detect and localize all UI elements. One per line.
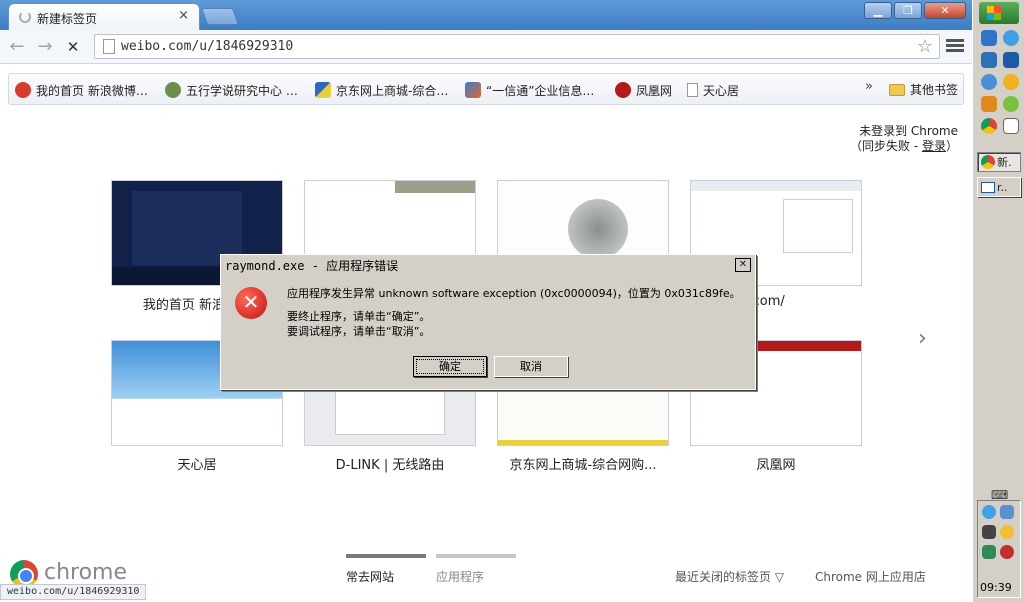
cancel-button[interactable]: 取消 [494,356,568,377]
close-window-button[interactable]: ✕ [924,2,966,19]
bookmarks-overflow-button[interactable]: » [865,79,873,94]
signin-link[interactable]: 登录 [922,139,946,153]
antivirus-icon[interactable] [1000,545,1014,559]
weibo-icon [15,82,31,98]
qq-icon[interactable] [1003,74,1019,90]
taskbar-item-raymond[interactable]: r.. [977,177,1021,197]
window-icon [981,181,995,193]
thumbnail-label: 京东网上商城-综合网购... [509,458,657,473]
outlook-icon[interactable] [1003,52,1019,68]
other-bookmarks-folder[interactable]: 其他书签 [889,81,958,98]
folder-icon [889,83,905,96]
shield-icon[interactable] [982,545,996,559]
loading-spinner-icon [19,11,31,23]
chrome-wordmark: chrome [44,560,128,585]
bookmark-weibo[interactable]: 我的首页 新浪微博… [15,81,148,99]
bookmark-label: 凤凰网 [636,83,673,98]
ntp-footer: chrome 常去网站 应用程序 最近关闭的标签页 ▽ Chrome 网上应用店 [0,548,972,588]
start-button[interactable] [979,2,1019,24]
forward-button[interactable]: → [34,36,56,58]
window-titlebar: 新建标签页 × ▁ ❐ ✕ [0,0,972,30]
ok-button[interactable]: 确定 [413,356,487,377]
chrome-webstore-link[interactable]: Chrome 网上应用店 [815,568,926,585]
bookmark-label: 五行学说研究中心 … [186,83,298,98]
new-tab-button[interactable] [200,8,240,25]
bookmark-tianxinju[interactable]: 天心居 [687,81,739,99]
ie-alt-icon[interactable] [981,52,997,68]
qq-browser-icon[interactable] [1003,30,1019,46]
thumbnail-label: D-LINK | 无线路由 [335,458,445,473]
bookmark-star-icon[interactable]: ☆ [917,36,933,57]
network-icon[interactable] [982,505,996,519]
monitor-icon[interactable] [1000,505,1014,519]
back-button[interactable]: ← [6,36,28,58]
windows-logo-icon [987,6,1001,20]
bookmark-ifeng[interactable]: 凤凰网 [615,81,672,99]
jd-icon [315,82,331,98]
dialog-message-line: 应用程序发生异常 unknown software exception (0xc… [287,287,741,300]
chrome-menu-button[interactable] [946,37,964,55]
chrome-icon[interactable] [981,118,997,134]
bookmarks-bar: 我的首页 新浪微博… 五行学说研究中心 … 京东网上商城-综合… “一信通”企业… [8,73,964,105]
tiger-icon[interactable] [981,96,997,112]
bookmark-label: 京东网上商城-综合… [336,83,449,98]
sync-line: （同步失败 - 登录） [850,139,958,153]
tab-close-button[interactable]: × [178,8,189,23]
windows-taskbar: 新. r.. ⌨ 09:39 [972,0,1024,602]
window-controls: ▁ ❐ ✕ [864,2,966,19]
bookmark-wuxing[interactable]: 五行学说研究中心 … [165,81,298,99]
signin-line: 未登录到 Chrome [859,124,958,138]
wuxing-icon [165,82,181,98]
other-bookmarks-label: 其他书签 [910,83,959,97]
recently-closed-menu[interactable]: 最近关闭的标签页 ▽ [675,568,784,585]
clock[interactable]: 09:39 [980,581,1012,594]
bookmark-label: 我的首页 新浪微博… [36,83,148,98]
minimize-button[interactable]: ▁ [864,2,892,19]
next-page-arrow-icon[interactable]: › [918,326,927,351]
tab-most-visited[interactable]: 常去网站 [346,554,426,585]
green-app-icon[interactable] [1003,96,1019,112]
app-error-dialog: raymond.exe - 应用程序错误 ✕ ✕ 应用程序发生异常 unknow… [220,254,756,390]
stop-button[interactable]: ✕ [62,36,84,58]
error-icon: ✕ [235,287,267,319]
yixintong-icon [465,82,481,98]
dialog-title: raymond.exe - 应用程序错误 [225,259,399,273]
page-icon [103,39,115,54]
thumbnail-label: 凤凰网 [756,458,796,473]
signin-status: 未登录到 Chrome （同步失败 - 登录） [850,124,958,154]
document-icon[interactable] [1003,118,1019,134]
address-bar[interactable]: ☆ [94,34,940,59]
tab-title: 新建标签页 [37,12,98,26]
dialog-message-line: 要调试程序，请单击“取消”。 [287,325,431,338]
page-icon [687,83,698,97]
dialog-close-button[interactable]: ✕ [735,258,751,272]
thumbnail-label: 天心居 [177,458,217,473]
taskbar-item-chrome[interactable]: 新. [977,152,1021,172]
chrome-icon [981,155,995,169]
address-input[interactable] [121,37,901,56]
bookmark-label: “一信通”企业信息… [486,83,595,98]
dialog-message: 应用程序发生异常 unknown software exception (0xc… [287,287,741,342]
status-bubble: weibo.com/u/1846929310 [0,584,147,600]
ifeng-icon [615,82,631,98]
bookmark-label: 天心居 [703,83,740,98]
qq-tray-icon[interactable] [1000,525,1014,539]
tab-apps[interactable]: 应用程序 [436,554,516,585]
tools-icon[interactable] [982,525,996,539]
browser-toolbar: ← → ✕ ☆ [0,30,972,64]
ie-icon[interactable] [981,30,997,46]
bookmark-yixintong[interactable]: “一信通”企业信息… [465,81,594,99]
restore-button[interactable]: ❐ [894,2,922,19]
bookmark-jd[interactable]: 京东网上商城-综合… [315,81,448,99]
tab-new-tab[interactable]: 新建标签页 × [8,3,200,30]
messenger-icon[interactable] [981,74,997,90]
dialog-message-line: 要终止程序，请单击“确定”。 [287,310,431,323]
